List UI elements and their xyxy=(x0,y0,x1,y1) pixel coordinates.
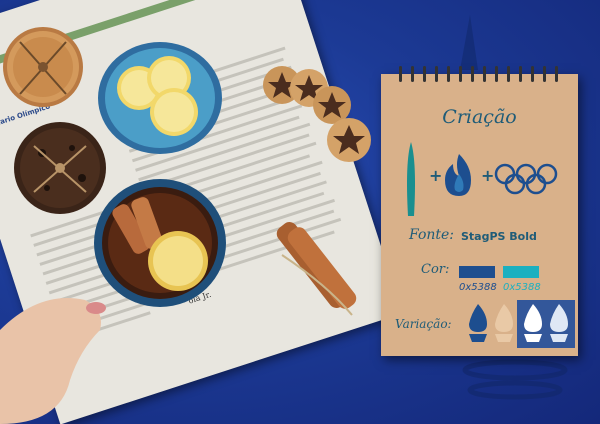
spiral-ring xyxy=(531,66,534,82)
spiral-ring xyxy=(435,66,438,82)
font-label: Fonte: xyxy=(409,227,455,243)
notebook-title: Criação xyxy=(442,106,517,128)
color-label: Cor: xyxy=(421,262,450,277)
spiral-ring xyxy=(411,66,414,82)
flame-variation-icon xyxy=(524,304,568,342)
photo-scene: Diario Olímpico ola Jr. Criação + + Font… xyxy=(0,0,600,424)
plus-sign: + xyxy=(481,166,495,185)
color-swatch-teal xyxy=(503,266,539,278)
flame-icon xyxy=(445,154,471,196)
spiral-ring xyxy=(483,66,486,82)
notebook: Criação + + Fonte: StagPS Bold Cor: 0x53… xyxy=(381,66,578,356)
spiral-ring xyxy=(495,66,498,82)
star-cookies xyxy=(263,66,371,162)
background-stripes xyxy=(462,359,568,400)
hand xyxy=(0,298,106,424)
flame-variation-icon xyxy=(469,304,487,342)
font-name: StagPS Bold xyxy=(461,230,537,243)
spiral-ring xyxy=(543,66,546,82)
color-code: 0x5388 xyxy=(503,282,541,293)
variation-dark-panel xyxy=(517,300,575,348)
cookie-stack-light xyxy=(3,27,83,107)
flame-variation-icon xyxy=(495,304,513,342)
spiral-ring xyxy=(555,66,558,82)
color-swatch-dark-blue xyxy=(459,266,495,278)
spiral-ring xyxy=(459,66,462,82)
spiral-ring xyxy=(399,66,402,82)
lemon-bowl xyxy=(98,42,222,154)
olympic-rings-icon xyxy=(494,163,558,195)
spiral-ring xyxy=(471,66,474,82)
spiral-ring xyxy=(519,66,522,82)
torch-icon xyxy=(407,142,415,216)
variation-label: Variação: xyxy=(395,317,452,331)
spiral-ring xyxy=(447,66,450,82)
spiral-ring xyxy=(423,66,426,82)
spiral-ring xyxy=(507,66,510,82)
color-code: 0x5388 xyxy=(459,282,497,293)
cinnamon-sticks xyxy=(276,222,357,316)
